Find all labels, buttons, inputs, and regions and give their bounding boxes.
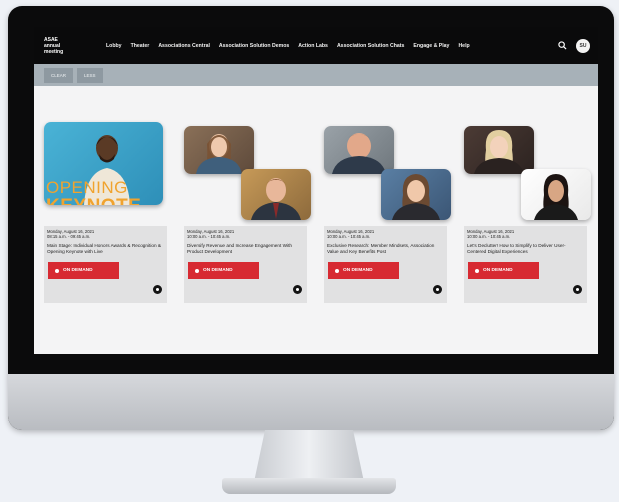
session-title[interactable]: Exclusive Research: Member Mindsets, Ass… [327, 243, 444, 255]
dot-icon [475, 268, 479, 273]
nav-item-lobby[interactable]: Lobby [106, 43, 122, 49]
nav-item-action-labs[interactable]: Action Labs [298, 43, 328, 49]
session-title[interactable]: Let's Declutter! How to Simplify to Deli… [467, 243, 584, 255]
less-button[interactable]: LESS [77, 67, 103, 83]
info-icon[interactable] [573, 285, 582, 294]
session-time: 10:00 a.m. - 10:45 a.m. [327, 234, 371, 240]
session-title[interactable]: Diversify Revenue and Increase Engagemen… [187, 243, 304, 255]
monitor-base [222, 478, 396, 494]
speaker-photo [184, 126, 254, 174]
nav-item-theater[interactable]: Theater [131, 43, 150, 49]
session-time: 10:00 a.m. - 10:45 a.m. [467, 234, 511, 240]
dot-icon [195, 268, 199, 273]
info-icon[interactable] [293, 285, 302, 294]
speaker-photo [521, 169, 591, 220]
session-time: 08:15 a.m. - 09:45 a.m. [47, 234, 91, 240]
session-time: 10:00 a.m. - 10:45 a.m. [187, 234, 231, 240]
on-demand-label: ON DEMAND [63, 268, 93, 273]
card-media [324, 122, 451, 226]
speaker-photo [324, 126, 394, 174]
session-card[interactable]: Monday, August 16, 2021 10:00 a.m. - 10:… [324, 122, 451, 303]
on-demand-label: ON DEMAND [203, 268, 233, 273]
keynote-line: OPENING [46, 178, 128, 197]
screen: ASAE annual meeting Lobby Theater Associ… [34, 27, 598, 354]
card-body: Monday, August 16, 2021 08:15 a.m. - 09:… [44, 226, 167, 303]
dot-icon [55, 268, 59, 273]
session-card[interactable]: Monday, August 16, 2021 10:00 a.m. - 10:… [464, 122, 591, 303]
speaker-photo [381, 169, 451, 220]
nav-item-engage-play[interactable]: Engage & Play [413, 43, 449, 49]
nav-item-solution-demos[interactable]: Association Solution Demos [219, 43, 289, 49]
filter-bar: CLEAR LESS [34, 64, 598, 86]
on-demand-button[interactable]: ON DEMAND [328, 262, 399, 279]
search-icon[interactable] [556, 40, 568, 52]
keynote-speaker-photo: OPENING KEYNOTE [44, 122, 163, 205]
top-nav-bar: ASAE annual meeting Lobby Theater Associ… [34, 27, 598, 64]
monitor-stand [254, 430, 364, 482]
keynote-line: KEYNOTE [46, 197, 141, 205]
nav-item-associations-central[interactable]: Associations Central [158, 43, 210, 49]
session-card[interactable]: Monday, August 16, 2021 10:00 a.m. - 10:… [184, 122, 311, 303]
session-cards: OPENING KEYNOTE Monday, August 16, 2021 … [44, 122, 591, 303]
on-demand-button[interactable]: ON DEMAND [48, 262, 119, 279]
clear-button[interactable]: CLEAR [44, 67, 74, 83]
session-title[interactable]: Main Stage: Individual Honors Awards & R… [47, 243, 164, 255]
keynote-title: OPENING KEYNOTE [46, 178, 141, 205]
speaker-photo [241, 169, 311, 220]
on-demand-button[interactable]: ON DEMAND [468, 262, 539, 279]
on-demand-button[interactable]: ON DEMAND [188, 262, 259, 279]
nav-item-help[interactable]: Help [458, 43, 469, 49]
info-icon[interactable] [153, 285, 162, 294]
card-media: OPENING KEYNOTE [44, 122, 167, 226]
card-media [464, 122, 591, 226]
on-demand-label: ON DEMAND [343, 268, 373, 273]
card-body: Monday, August 16, 2021 10:00 a.m. - 10:… [464, 226, 587, 303]
session-card[interactable]: OPENING KEYNOTE Monday, August 16, 2021 … [44, 122, 167, 303]
on-demand-label: ON DEMAND [483, 268, 513, 273]
card-body: Monday, August 16, 2021 10:00 a.m. - 10:… [324, 226, 447, 303]
logo-line: meeting [44, 48, 64, 55]
speaker-photo [464, 126, 534, 174]
main-nav: Lobby Theater Associations Central Assoc… [106, 43, 556, 49]
logo[interactable]: ASAE annual meeting [44, 37, 80, 55]
card-media [184, 122, 311, 226]
avatar[interactable]: SU [576, 38, 590, 53]
card-body: Monday, August 16, 2021 10:00 a.m. - 10:… [184, 226, 307, 303]
info-icon[interactable] [433, 285, 442, 294]
nav-item-solution-chats[interactable]: Association Solution Chats [337, 43, 404, 49]
dot-icon [335, 268, 339, 273]
monitor-chin [8, 374, 614, 430]
